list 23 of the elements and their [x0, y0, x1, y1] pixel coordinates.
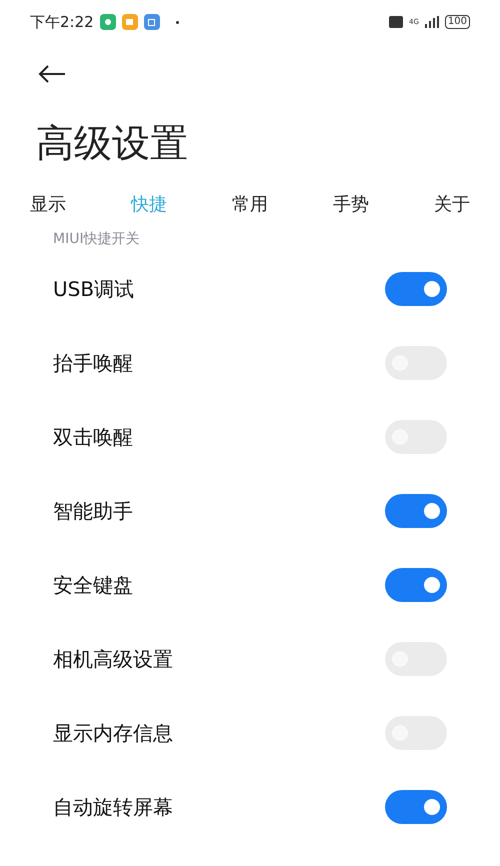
- tab[interactable]: 显示: [30, 190, 66, 218]
- section-header: MIUI快捷开关: [53, 230, 140, 248]
- setting-label: 安全键盘: [53, 572, 133, 599]
- setting-label: 抬手唤醒: [53, 350, 133, 377]
- setting-label: 智能助手: [53, 498, 133, 525]
- tab[interactable]: 手势: [333, 190, 369, 218]
- toggle-switch[interactable]: [385, 568, 447, 602]
- square-app-icon: [144, 14, 160, 30]
- battery-icon: 100: [444, 15, 470, 29]
- setting-label: 双击唤醒: [53, 424, 133, 451]
- tab[interactable]: 关于: [434, 190, 470, 218]
- setting-label: USB调试: [53, 276, 134, 303]
- setting-label: 自动旋转屏幕: [53, 794, 173, 821]
- setting-label: 相机高级设置: [53, 646, 173, 673]
- setting-label: 显示内存信息: [53, 720, 173, 747]
- back-arrow-icon[interactable]: [38, 65, 66, 83]
- toggle-switch[interactable]: [385, 494, 447, 528]
- page-title: 高级设置: [36, 120, 188, 166]
- signal-icon: [424, 16, 439, 28]
- toggle-switch[interactable]: [385, 790, 447, 824]
- status-time: 下午2:22: [30, 12, 94, 33]
- tab[interactable]: 常用: [232, 190, 268, 218]
- toggle-switch[interactable]: [385, 272, 447, 306]
